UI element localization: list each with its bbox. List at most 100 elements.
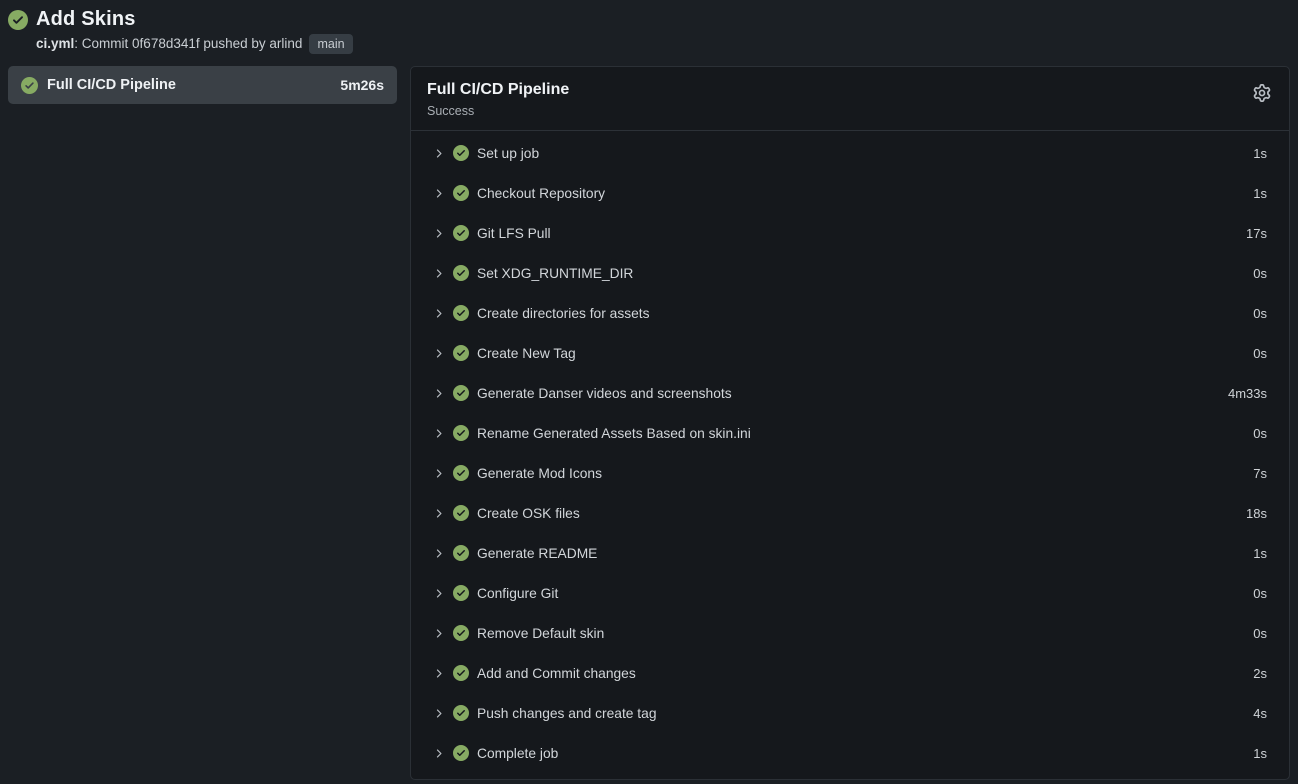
step-duration: 7s — [1253, 466, 1267, 481]
step-status-success-icon — [453, 665, 469, 681]
step-duration: 0s — [1253, 346, 1267, 361]
job-panel-status: Success — [427, 103, 1273, 119]
chevron-right-icon[interactable] — [431, 466, 445, 480]
workflow-file-name: ci.yml — [36, 36, 74, 51]
job-status-success-icon — [21, 77, 38, 94]
job-sidebar: Full CI/CD Pipeline 5m26s — [8, 66, 397, 104]
step-duration: 0s — [1253, 586, 1267, 601]
step-name: Add and Commit changes — [477, 666, 636, 681]
chevron-right-icon[interactable] — [431, 666, 445, 680]
pushed-by-text: pushed by arlind — [200, 36, 303, 51]
step-status-success-icon — [453, 425, 469, 441]
branch-badge[interactable]: main — [309, 34, 352, 54]
step-row[interactable]: Push changes and create tag 4s — [411, 693, 1289, 733]
step-name: Generate README — [477, 546, 597, 561]
chevron-right-icon[interactable] — [431, 706, 445, 720]
sidebar-job-item[interactable]: Full CI/CD Pipeline 5m26s — [8, 66, 397, 104]
chevron-right-icon[interactable] — [431, 506, 445, 520]
step-name: Set up job — [477, 146, 539, 161]
chevron-right-icon[interactable] — [431, 306, 445, 320]
run-content: Full CI/CD Pipeline 5m26s Full CI/CD Pip… — [8, 66, 1290, 780]
step-status-success-icon — [453, 185, 469, 201]
step-row[interactable]: Add and Commit changes 2s — [411, 653, 1289, 693]
run-header: Add Skins ci.yml: Commit 0f678d341f push… — [8, 6, 1290, 54]
chevron-right-icon[interactable] — [431, 386, 445, 400]
job-settings-button[interactable] — [1251, 82, 1273, 104]
step-row[interactable]: Generate README 1s — [411, 533, 1289, 573]
run-subtitle: ci.yml: Commit 0f678d341f pushed by arli… — [36, 34, 1290, 54]
step-name: Push changes and create tag — [477, 706, 657, 721]
step-name: Generate Mod Icons — [477, 466, 602, 481]
step-name: Create OSK files — [477, 506, 580, 521]
step-duration: 1s — [1253, 186, 1267, 201]
job-panel-header: Full CI/CD Pipeline Success — [411, 67, 1289, 130]
steps-list: Set up job 1s Checkout Repository 1s — [411, 131, 1289, 779]
step-duration: 0s — [1253, 426, 1267, 441]
step-duration: 4m33s — [1228, 386, 1267, 401]
step-row[interactable]: Configure Git 0s — [411, 573, 1289, 613]
step-row[interactable]: Generate Mod Icons 7s — [411, 453, 1289, 493]
step-status-success-icon — [453, 145, 469, 161]
job-panel-title: Full CI/CD Pipeline — [427, 80, 1273, 100]
chevron-right-icon[interactable] — [431, 146, 445, 160]
step-row[interactable]: Create OSK files 18s — [411, 493, 1289, 533]
step-name: Create New Tag — [477, 346, 576, 361]
chevron-right-icon[interactable] — [431, 426, 445, 440]
step-duration: 18s — [1246, 506, 1267, 521]
step-duration: 17s — [1246, 226, 1267, 241]
step-duration: 0s — [1253, 306, 1267, 321]
step-row[interactable]: Generate Danser videos and screenshots 4… — [411, 373, 1289, 413]
step-name: Git LFS Pull — [477, 226, 551, 241]
step-status-success-icon — [453, 385, 469, 401]
step-duration: 1s — [1253, 746, 1267, 761]
step-status-success-icon — [453, 505, 469, 521]
step-row[interactable]: Complete job 1s — [411, 733, 1289, 773]
step-name: Rename Generated Assets Based on skin.in… — [477, 426, 751, 441]
step-status-success-icon — [453, 745, 469, 761]
run-status-success-icon — [8, 6, 36, 32]
chevron-right-icon[interactable] — [431, 546, 445, 560]
step-status-success-icon — [453, 585, 469, 601]
chevron-right-icon[interactable] — [431, 186, 445, 200]
step-row[interactable]: Create directories for assets 0s — [411, 293, 1289, 333]
step-status-success-icon — [453, 345, 469, 361]
job-detail-panel: Full CI/CD Pipeline Success — [410, 66, 1290, 780]
step-duration: 0s — [1253, 626, 1267, 641]
step-duration: 0s — [1253, 266, 1267, 281]
chevron-right-icon[interactable] — [431, 346, 445, 360]
run-title: Add Skins — [36, 6, 1290, 32]
step-name: Complete job — [477, 746, 558, 761]
step-row[interactable]: Git LFS Pull 17s — [411, 213, 1289, 253]
commit-hash-link[interactable]: 0f678d341f — [132, 36, 200, 51]
step-row[interactable]: Create New Tag 0s — [411, 333, 1289, 373]
step-name: Checkout Repository — [477, 186, 605, 201]
chevron-right-icon[interactable] — [431, 586, 445, 600]
step-name: Remove Default skin — [477, 626, 604, 641]
chevron-right-icon[interactable] — [431, 746, 445, 760]
step-duration: 4s — [1253, 706, 1267, 721]
step-status-success-icon — [453, 705, 469, 721]
step-status-success-icon — [453, 265, 469, 281]
step-status-success-icon — [453, 225, 469, 241]
step-status-success-icon — [453, 305, 469, 321]
step-row[interactable]: Set up job 1s — [411, 133, 1289, 173]
step-row[interactable]: Checkout Repository 1s — [411, 173, 1289, 213]
chevron-right-icon[interactable] — [431, 226, 445, 240]
commit-line: ci.yml: Commit 0f678d341f pushed by arli… — [36, 35, 302, 53]
step-name: Configure Git — [477, 586, 558, 601]
workflow-run-page: Add Skins ci.yml: Commit 0f678d341f push… — [0, 0, 1298, 784]
step-duration: 2s — [1253, 666, 1267, 681]
gear-icon — [1253, 84, 1271, 102]
chevron-right-icon[interactable] — [431, 626, 445, 640]
step-row[interactable]: Remove Default skin 0s — [411, 613, 1289, 653]
step-duration: 1s — [1253, 146, 1267, 161]
job-duration: 5m26s — [340, 77, 384, 93]
step-row[interactable]: Set XDG_RUNTIME_DIR 0s — [411, 253, 1289, 293]
step-name: Generate Danser videos and screenshots — [477, 386, 732, 401]
step-status-success-icon — [453, 625, 469, 641]
chevron-right-icon[interactable] — [431, 266, 445, 280]
step-row[interactable]: Rename Generated Assets Based on skin.in… — [411, 413, 1289, 453]
step-name: Set XDG_RUNTIME_DIR — [477, 266, 633, 281]
step-name: Create directories for assets — [477, 306, 650, 321]
step-duration: 1s — [1253, 546, 1267, 561]
